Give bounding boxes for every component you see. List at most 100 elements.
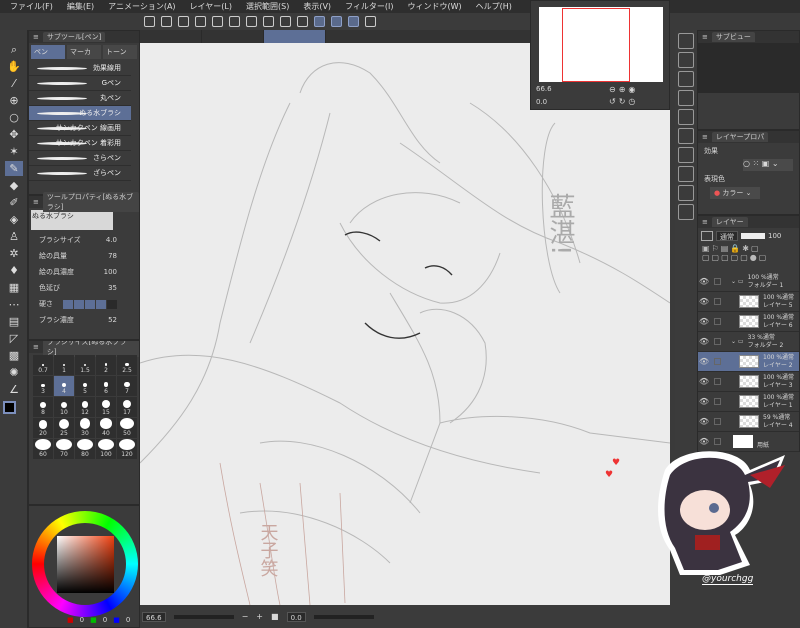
brush-size-preset[interactable]: 120 — [117, 439, 137, 459]
menu-item[interactable]: ヘルプ(H) — [476, 1, 512, 12]
correct-line-tool-icon[interactable]: ∠ — [5, 382, 23, 397]
layer-check[interactable] — [714, 418, 721, 425]
gradient-tool-icon[interactable]: ▦ — [5, 280, 23, 295]
property-value[interactable]: 52 — [108, 316, 117, 324]
subtool-tab-marker[interactable]: マーカ — [67, 45, 101, 59]
panel-menu-icon[interactable]: ≡ — [702, 218, 708, 226]
new-file-icon[interactable] — [178, 16, 189, 27]
menu-item[interactable]: 表示(V) — [303, 1, 331, 12]
zoom-in-icon[interactable]: + — [256, 612, 263, 621]
canvas-tab[interactable] — [140, 30, 202, 43]
brush-size-preset[interactable]: 4 — [54, 376, 74, 396]
layer-row[interactable]: 👁 100 %通常 レイヤー 1 — [698, 392, 799, 412]
redo-icon[interactable] — [246, 16, 257, 27]
menu-item[interactable]: フィルター(I) — [345, 1, 393, 12]
layer-check[interactable] — [714, 278, 721, 285]
move-tool-icon[interactable]: ✥ — [5, 127, 23, 142]
balloon-tool-icon[interactable]: ✺ — [5, 365, 23, 380]
layer-folder[interactable]: 👁 ⌄ ▭ 33 %通常 フォルダー 2 — [698, 332, 799, 352]
subtool-tab-tone[interactable]: トーン — [103, 45, 137, 59]
layer-check[interactable] — [714, 398, 721, 405]
lasso-tool-icon[interactable]: ○ — [5, 110, 23, 125]
brush-size-preset[interactable]: 17 — [117, 397, 137, 417]
layer-check[interactable] — [714, 378, 721, 385]
panel-menu-icon[interactable]: ≡ — [702, 33, 708, 41]
brush-size-preset[interactable]: 60 — [33, 439, 53, 459]
rotate-slider[interactable] — [313, 614, 374, 619]
opacity-slider[interactable] — [741, 233, 765, 239]
brush-size-preset[interactable]: 5 — [75, 376, 95, 396]
material-icon[interactable] — [678, 185, 694, 201]
property-row[interactable]: ブラシサイズ 4.0 — [29, 232, 139, 248]
layer-row[interactable]: 👁 100 %通常 レイヤー 5 — [698, 292, 799, 312]
visibility-eye-icon[interactable]: 👁 — [698, 417, 710, 426]
layer-check[interactable] — [714, 318, 721, 325]
zoom-tool-icon[interactable]: ⌕ — [5, 42, 23, 57]
layer-color-button[interactable] — [701, 231, 713, 241]
subtool-item[interactable]: ざらペン — [29, 166, 131, 181]
brush-size-preset[interactable]: 50 — [117, 418, 137, 438]
visibility-eye-icon[interactable]: 👁 — [698, 297, 710, 306]
layer-action-icons[interactable]: ▣⚐▤🔒✱▢ ▢▢▢▢▢●▢ — [698, 244, 799, 272]
layer-folder[interactable]: 👁 ⌄ ▭ 100 %通常 フォルダー 1 — [698, 272, 799, 292]
visibility-eye-icon[interactable]: 👁 — [698, 397, 710, 406]
menu-item[interactable]: ファイル(F) — [10, 1, 53, 12]
visibility-eye-icon[interactable]: 👁 — [698, 337, 710, 346]
layer-row[interactable]: 👁 100 %通常 レイヤー 6 — [698, 312, 799, 332]
navigator-preview[interactable] — [539, 7, 663, 82]
canvas-tab-active[interactable] — [264, 30, 326, 43]
property-value[interactable]: 100 — [104, 268, 117, 276]
text-tool-icon[interactable]: ▩ — [5, 348, 23, 363]
menu-item[interactable]: ウィンドウ(W) — [408, 1, 462, 12]
figure-tool-icon[interactable]: ⋯ — [5, 297, 23, 312]
brush-size-preset[interactable]: 1 — [54, 355, 74, 375]
operation-tool-icon[interactable]: ⊕ — [5, 93, 23, 108]
property-value[interactable]: 78 — [108, 252, 117, 260]
decoration-tool-icon[interactable]: ✲ — [5, 246, 23, 261]
canvas[interactable]: 藍湛! 天子笑 — [140, 43, 670, 605]
fill-icon[interactable] — [280, 16, 291, 27]
navigator-viewport[interactable] — [562, 8, 630, 82]
panel-menu-icon[interactable]: ≡ — [702, 133, 708, 141]
brush-size-preset[interactable]: 15 — [96, 397, 116, 417]
subtool-item[interactable]: 効果線用 — [29, 61, 131, 76]
material-icon[interactable] — [678, 71, 694, 87]
panel-menu-icon[interactable]: ≡ — [33, 33, 39, 41]
brush-size-preset[interactable]: 12 — [75, 397, 95, 417]
frame-tool-icon[interactable]: ▤ — [5, 314, 23, 329]
green-value[interactable]: 0 — [103, 616, 107, 624]
navigator-rotate[interactable]: 0.0 — [536, 98, 547, 106]
property-value[interactable]: 35 — [108, 284, 117, 292]
expression-color-select[interactable]: ● カラー ⌄ — [710, 187, 760, 199]
blend-mode-select[interactable]: 通常 — [716, 231, 738, 241]
layer-row[interactable]: 👁 100 %通常 レイヤー 2 — [698, 352, 799, 372]
zoom-slider[interactable] — [173, 614, 234, 619]
ruler-snap-icon[interactable] — [314, 16, 325, 27]
subtool-item[interactable]: Gペン — [29, 76, 131, 91]
property-row[interactable]: 絵の具量 78 — [29, 248, 139, 264]
undo-icon[interactable] — [229, 16, 240, 27]
subtool-item[interactable]: サンカクペン 着彩用 — [29, 136, 131, 151]
blend-tool-icon[interactable]: ♦ — [5, 263, 23, 278]
brush-size-preset[interactable]: 10 — [54, 397, 74, 417]
zoom-out-icon[interactable]: − — [242, 612, 249, 621]
material-icon[interactable] — [678, 147, 694, 163]
material-icon[interactable] — [678, 204, 694, 220]
menu-item[interactable]: レイヤー(L) — [190, 1, 232, 12]
clip-studio-icon[interactable] — [161, 16, 172, 27]
brush-size-preset[interactable]: 100 — [96, 439, 116, 459]
menu-item[interactable]: 選択範囲(S) — [246, 1, 289, 12]
canvas-tab[interactable] — [202, 30, 264, 43]
panel-menu-icon[interactable]: ≡ — [33, 343, 39, 351]
brush-size-preset[interactable]: 25 — [54, 418, 74, 438]
material-icon[interactable] — [678, 109, 694, 125]
menu-icon[interactable] — [144, 16, 155, 27]
grid-snap-icon[interactable] — [348, 16, 359, 27]
brush-size-preset[interactable]: 70 — [54, 439, 74, 459]
material-icon[interactable] — [678, 128, 694, 144]
menu-item[interactable]: 編集(E) — [67, 1, 94, 12]
layer-row[interactable]: 👁 59 %通常 レイヤー 4 — [698, 412, 799, 432]
brush-size-preset[interactable]: 8 — [33, 397, 53, 417]
brush-size-preset[interactable]: 20 — [33, 418, 53, 438]
brush-size-preset[interactable]: 2 — [96, 355, 116, 375]
